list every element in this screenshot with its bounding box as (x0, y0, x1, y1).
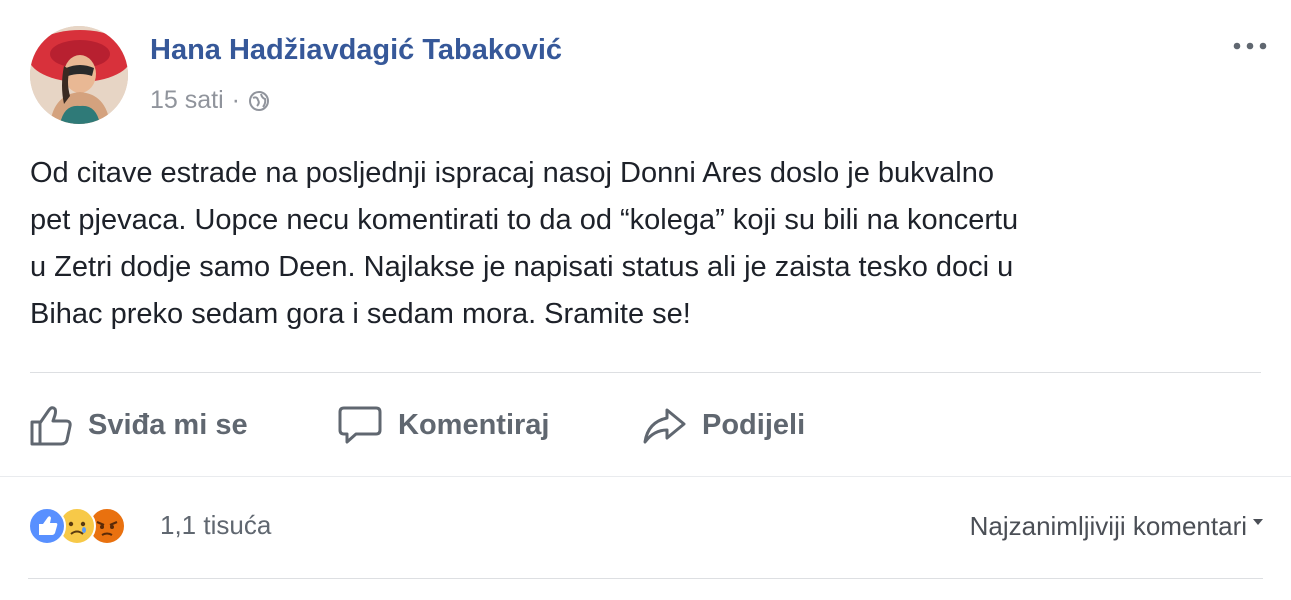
comment-label: Komentiraj (398, 408, 550, 441)
author-name[interactable]: Hana Hadžiavdagić Tabaković (150, 34, 562, 67)
share-icon (643, 408, 686, 444)
post-text-line: Bihac preko sedam gora i sedam mora. Sra… (30, 298, 691, 330)
like-reaction-icon (28, 507, 66, 545)
post-text-line: pet pjevaca. Uopce necu komentirati to d… (30, 204, 1019, 236)
post-text-line: Od citave estrade na posljednji ispracaj… (30, 157, 995, 189)
post-text: Od citave estrade na posljednji ispracaj… (30, 150, 1260, 338)
reaction-count[interactable]: 1,1 tisuća (160, 510, 271, 541)
divider (30, 372, 1261, 373)
post-meta: 15 sati · (150, 86, 270, 115)
meta-separator: · (231, 86, 240, 114)
comment-sort-dropdown[interactable]: Najzanimljiviji komentari (970, 511, 1263, 542)
facebook-post: Hana Hadžiavdagić Tabaković 15 sati · Od… (0, 0, 1291, 600)
comment-icon (338, 406, 382, 444)
avatar[interactable] (30, 26, 128, 124)
thumbs-up-icon (30, 406, 72, 446)
like-label: Sviđa mi se (88, 408, 248, 441)
divider (0, 476, 1291, 477)
reactions-summary[interactable] (28, 506, 126, 546)
like-button[interactable]: Sviđa mi se (28, 398, 248, 452)
avatar-photo (30, 26, 128, 124)
globe-icon[interactable] (248, 90, 270, 112)
divider (28, 578, 1263, 579)
more-options-icon[interactable] (1228, 32, 1272, 60)
comment-button[interactable]: Komentiraj (336, 398, 549, 452)
comment-sort-label: Najzanimljiviji komentari (969, 511, 1247, 541)
post-time[interactable]: 15 sati (150, 86, 224, 115)
post-text-line: u Zetri dodje samo Deen. Najlakse je nap… (30, 251, 1014, 283)
share-label: Podijeli (702, 408, 806, 441)
share-button[interactable]: Podijeli (640, 398, 805, 452)
caret-down-icon (1253, 518, 1263, 525)
